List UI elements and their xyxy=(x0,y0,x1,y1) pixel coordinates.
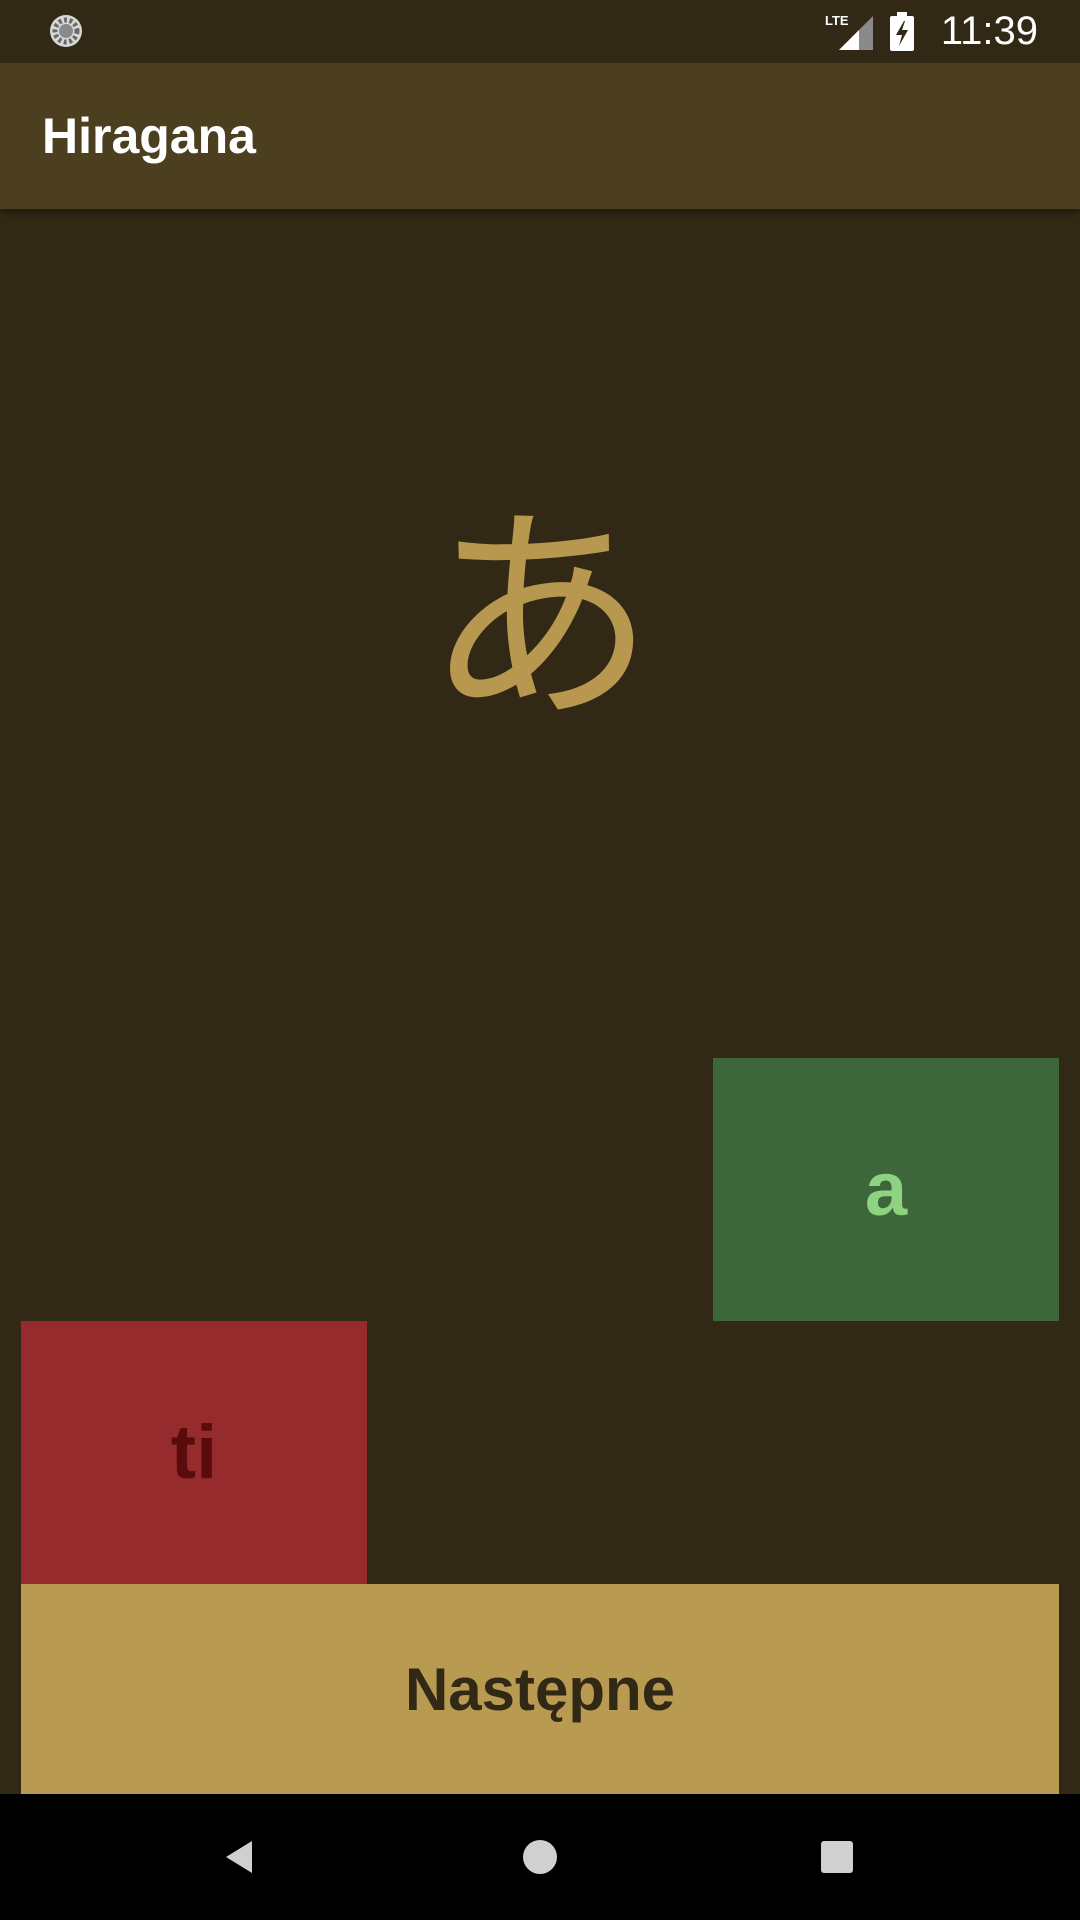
kana-character: あ xyxy=(424,486,655,753)
loading-spinner-icon xyxy=(50,15,82,47)
status-time: 11:39 xyxy=(940,9,1038,53)
answer-label: ti xyxy=(170,1410,218,1495)
screen: LTE 11:39 Hiragana あ a ti Następne xyxy=(0,0,1080,1920)
next-button-label: Następne xyxy=(404,1655,676,1723)
svg-text:LTE: LTE xyxy=(825,13,849,28)
navigation-bar xyxy=(0,1794,1080,1920)
home-icon xyxy=(523,1840,557,1874)
status-icons: LTE 11:39 xyxy=(825,0,1038,63)
back-icon xyxy=(226,1841,252,1873)
answer-tile-correct[interactable]: a xyxy=(713,1058,1059,1321)
lte-signal-icon: LTE xyxy=(825,13,873,50)
recents-icon xyxy=(821,1841,853,1873)
next-button[interactable]: Następne xyxy=(21,1584,1059,1794)
answer-label: a xyxy=(864,1147,908,1232)
answer-tile-wrong[interactable]: ti xyxy=(21,1321,367,1584)
app-title: Hiragana xyxy=(42,108,256,164)
nav-recents-button[interactable] xyxy=(797,1817,877,1897)
battery-charging-icon xyxy=(889,11,914,51)
nav-home-button[interactable] xyxy=(500,1817,580,1897)
app-bar: Hiragana xyxy=(0,63,1080,209)
nav-back-button[interactable] xyxy=(200,1817,280,1897)
status-bar: LTE 11:39 xyxy=(0,0,1080,63)
